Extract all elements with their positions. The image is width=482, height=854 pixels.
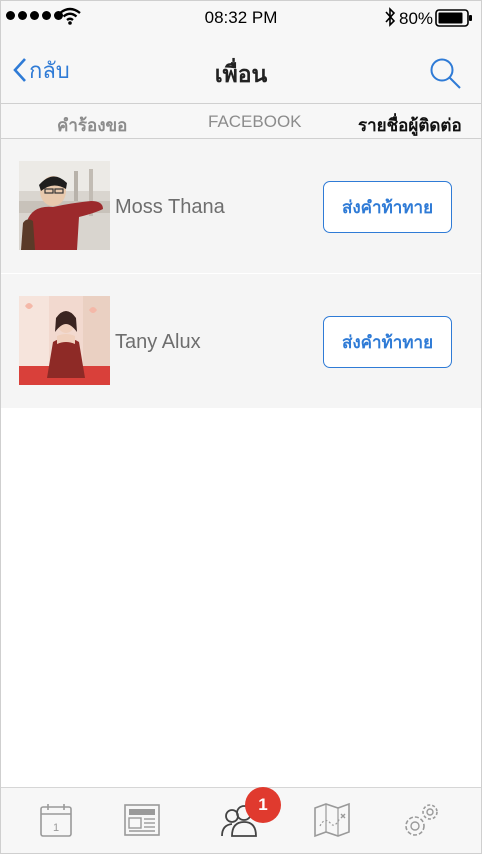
tab-contacts[interactable]: รายชื่อผู้ติดต่อ — [358, 112, 462, 139]
contact-name: Tany Alux — [115, 331, 201, 353]
news-icon[interactable] — [123, 802, 161, 838]
svg-text:1: 1 — [53, 822, 59, 834]
avatar — [19, 161, 110, 250]
status-bar: 08:32 PM 80% — [1, 1, 481, 35]
segment-tabs: คำร้องขอ FACEBOOK รายชื่อผู้ติดต่อ — [1, 103, 481, 139]
app-screen: 08:32 PM 80% กลับ เพื่อน คำร้องขอ FACEBO… — [0, 0, 482, 854]
search-icon[interactable] — [429, 57, 463, 91]
bluetooth-icon — [385, 7, 396, 27]
send-challenge-button[interactable]: ส่งคำท้าทาย — [323, 181, 452, 233]
contact-name: Moss Thana — [115, 196, 225, 218]
contact-list: Moss Thana ส่งคำท้าทาย Tany Alux ส่งคำท้… — [1, 139, 481, 408]
map-icon[interactable] — [313, 802, 351, 838]
battery-percent: 80% — [399, 9, 434, 28]
calendar-icon[interactable]: 1 — [38, 802, 74, 838]
list-item[interactable]: Moss Thana ส่งคำท้าทาย — [1, 139, 481, 273]
navigation-bar: กลับ เพื่อน — [1, 35, 481, 103]
avatar — [19, 296, 110, 385]
list-item[interactable]: Tany Alux ส่งคำท้าทาย — [1, 274, 481, 408]
battery-icon — [435, 9, 472, 27]
settings-icon[interactable] — [401, 802, 441, 840]
bottom-tab-bar: 1 — [1, 787, 481, 853]
tab-facebook[interactable]: FACEBOOK — [208, 112, 302, 132]
notification-badge: 1 — [245, 787, 281, 823]
send-challenge-button[interactable]: ส่งคำท้าทาย — [323, 316, 452, 368]
page-title: เพื่อน — [214, 61, 268, 87]
tab-requests[interactable]: คำร้องขอ — [57, 112, 127, 139]
